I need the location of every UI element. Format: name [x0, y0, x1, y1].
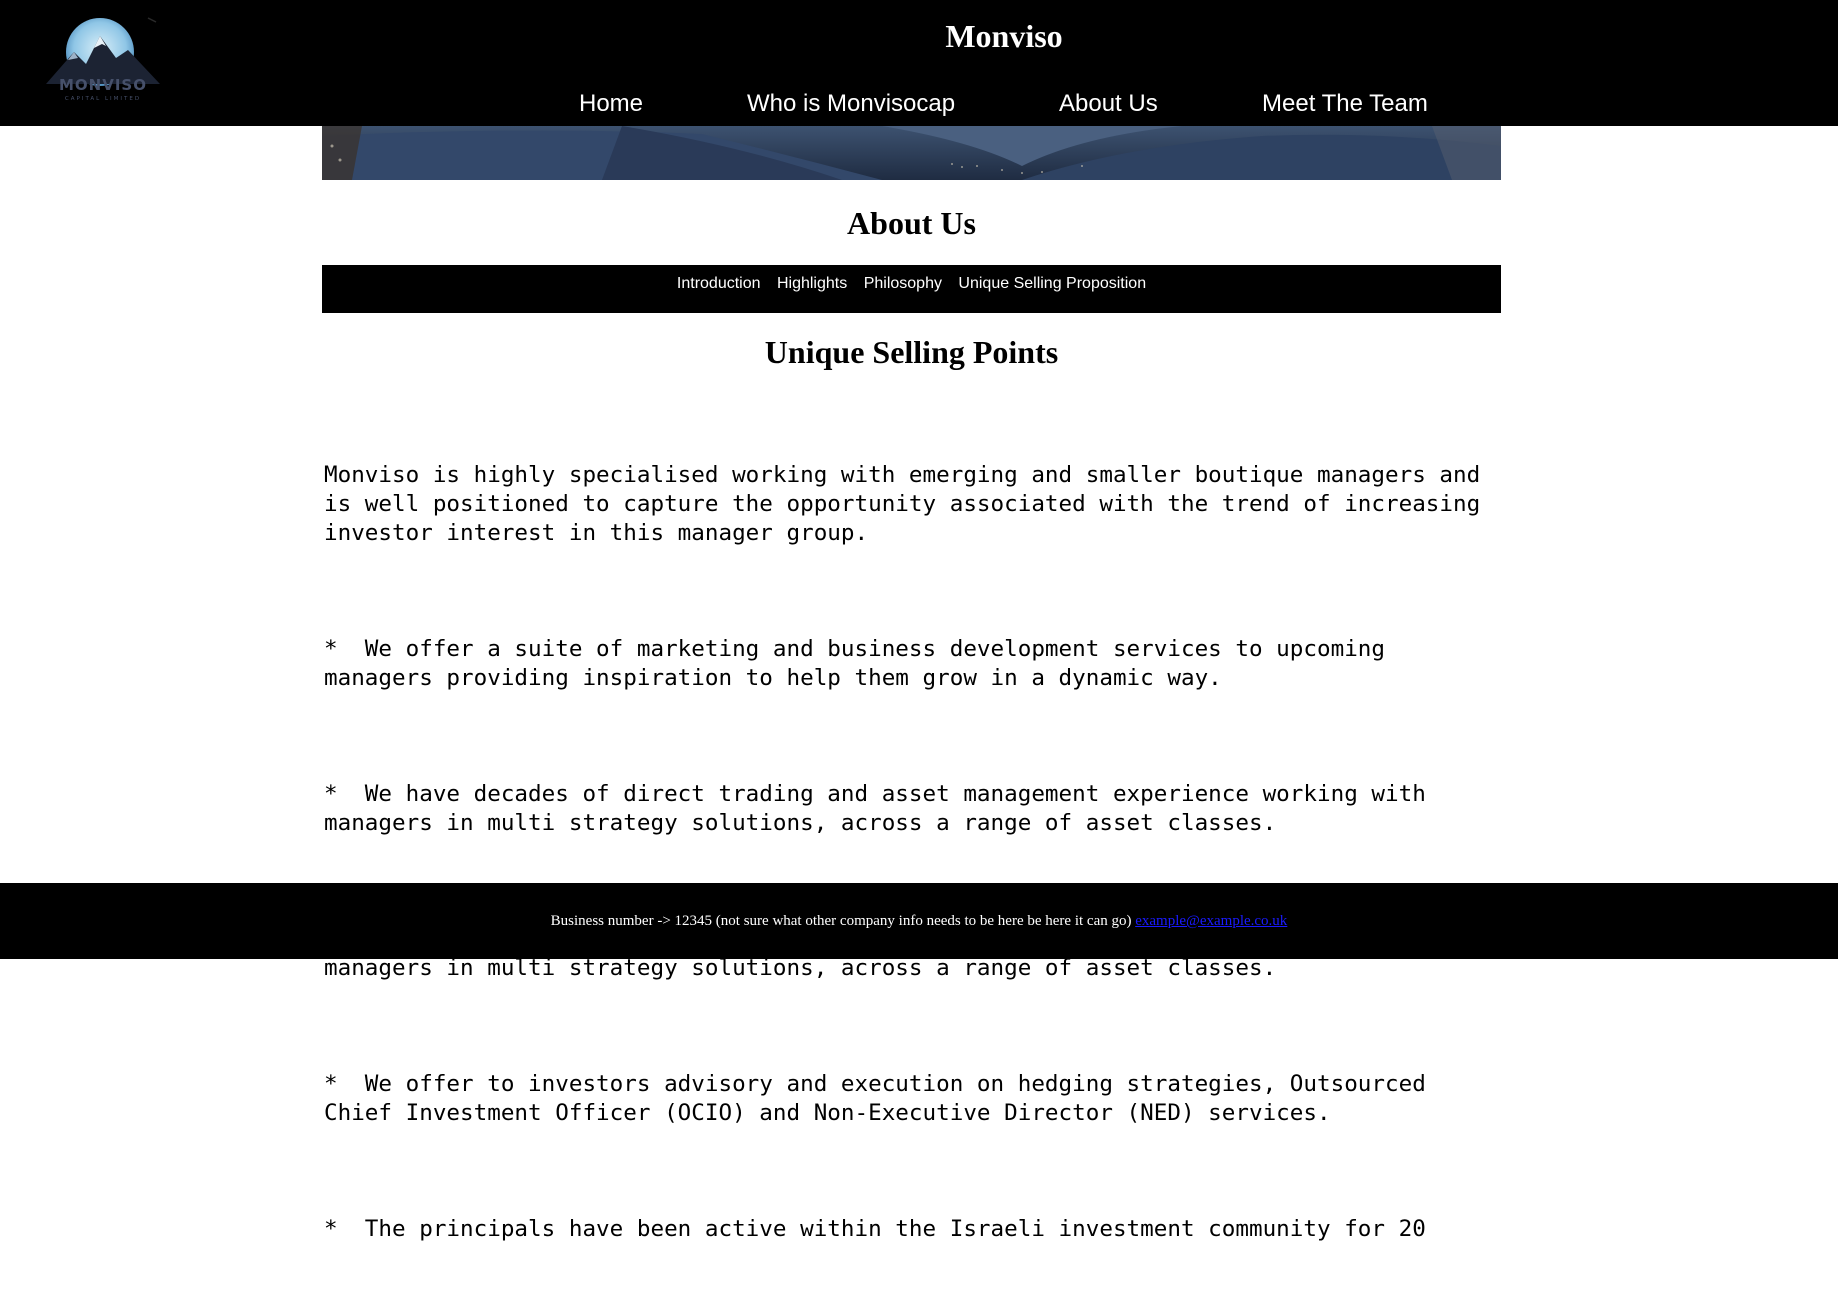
- footer-email-link[interactable]: example@example.co.uk: [1135, 913, 1287, 929]
- subnav-introduction-link[interactable]: Introduction: [677, 275, 761, 292]
- section-subnav: Introduction Highlights Philosophy Uniqu…: [322, 265, 1501, 313]
- section-heading: Unique Selling Points: [764, 334, 1059, 370]
- site-title: Monviso: [945, 18, 1063, 54]
- usp-bullet: * We offer to investors advisory and exe…: [324, 1071, 1440, 1126]
- usp-content: Monviso is highly specialised working wi…: [324, 403, 1504, 1302]
- usp-bullet: * We offer a suite of marketing and busi…: [324, 636, 1399, 691]
- mountain-banner-image: [322, 126, 1501, 180]
- subnav-highlights-link[interactable]: Highlights: [777, 275, 847, 292]
- usp-bullet: * We have decades of direct trading and …: [324, 781, 1440, 836]
- site-footer: Business number -> 12345 (not sure what …: [0, 883, 1838, 959]
- nav-about-us-link[interactable]: About Us: [1059, 90, 1158, 118]
- nav-who-is-monvisocap-link[interactable]: Who is Monvisocap: [747, 90, 955, 118]
- main-nav: Home Who is Monvisocap About Us Meet The…: [0, 90, 1838, 120]
- nav-meet-the-team-link[interactable]: Meet The Team: [1262, 90, 1428, 118]
- intro-paragraph: Monviso is highly specialised working wi…: [324, 462, 1494, 546]
- subnav-usp-link[interactable]: Unique Selling Proposition: [958, 275, 1146, 292]
- site-header: MONVISO CAPITAL LIMITED Monviso Home Who…: [0, 0, 1838, 126]
- page-heading: About Us: [847, 205, 976, 241]
- subnav-philosophy-link[interactable]: Philosophy: [864, 275, 942, 292]
- nav-home-link[interactable]: Home: [579, 90, 643, 118]
- usp-bullet: * The principals have been active within…: [324, 1216, 1426, 1242]
- footer-business-info: Business number -> 12345 (not sure what …: [550, 913, 1132, 929]
